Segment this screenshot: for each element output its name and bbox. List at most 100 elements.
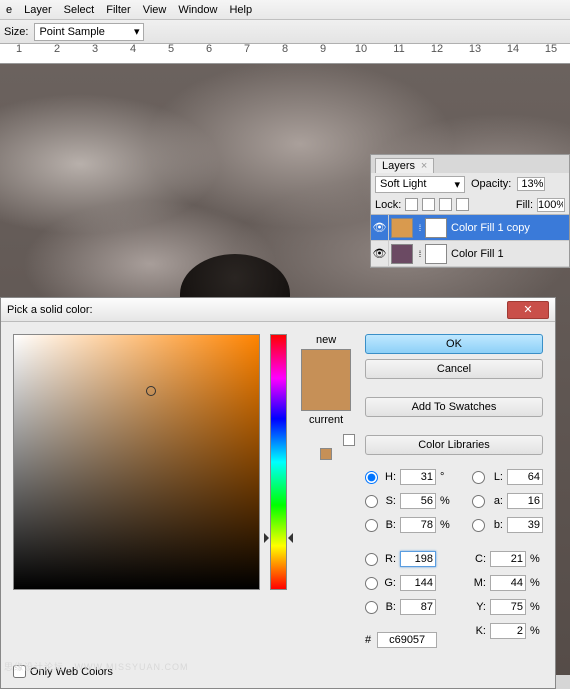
watermark-text: 思缘设计论坛 . WWW.MISSYUAN.COM	[4, 660, 189, 673]
ruler-tick: 5	[168, 44, 174, 55]
r-radio[interactable]	[365, 553, 378, 566]
hex-input[interactable]	[377, 632, 437, 648]
new-color-swatch	[302, 350, 350, 380]
websafe-swatch[interactable]	[320, 448, 332, 460]
close-button[interactable]: ✕	[507, 301, 549, 319]
ruler-tick: 6	[206, 44, 212, 55]
ruler-tick: 11	[393, 44, 404, 55]
ruler-tick: 9	[320, 44, 326, 55]
b-label: B:	[382, 519, 396, 531]
ruler-tick: 4	[130, 44, 136, 55]
cancel-button[interactable]: Cancel	[365, 359, 543, 379]
ruler-tick: 10	[355, 44, 367, 55]
g-label: G:	[382, 577, 396, 589]
c-label: C:	[472, 553, 486, 565]
m-input[interactable]	[490, 575, 526, 591]
opacity-input[interactable]	[517, 177, 545, 191]
layer-thumbnail[interactable]	[391, 218, 413, 238]
menu-select[interactable]: Select	[64, 4, 95, 16]
layer-row[interactable]: 👁 ⁞ Color Fill 1	[371, 241, 569, 267]
a-input[interactable]	[507, 493, 543, 509]
link-icon: ⁞	[415, 223, 425, 233]
cube-icon[interactable]	[343, 434, 355, 446]
ruler-tick: 7	[244, 44, 250, 55]
fill-label: Fill:	[516, 199, 533, 211]
dialog-titlebar[interactable]: Pick a solid color: ✕	[1, 298, 555, 322]
layer-thumbnail[interactable]	[391, 244, 413, 264]
k-input[interactable]	[490, 623, 526, 639]
ruler-tick: 15	[545, 44, 557, 55]
menubar: e Layer Select Filter View Window Help	[0, 0, 570, 20]
ruler-tick: 1	[16, 44, 22, 55]
layer-name[interactable]: Color Fill 1	[451, 248, 504, 260]
lock-all-icon[interactable]	[456, 198, 469, 211]
sample-size-label: Size:	[4, 26, 28, 38]
tool-options-bar: Size: Point Sample ▾	[0, 20, 570, 44]
layer-mask-thumbnail[interactable]	[425, 218, 447, 238]
close-icon[interactable]: ×	[421, 160, 427, 172]
tab-layers[interactable]: Layers ×	[375, 158, 434, 173]
l-radio[interactable]	[472, 471, 485, 484]
opacity-label: Opacity:	[471, 178, 511, 190]
hue-input[interactable]	[400, 469, 436, 485]
b3-input[interactable]	[507, 517, 543, 533]
hue-radio[interactable]	[365, 471, 378, 484]
y-input[interactable]	[490, 599, 526, 615]
lock-transparency-icon[interactable]	[405, 198, 418, 211]
ok-label: OK	[446, 338, 462, 350]
bri-radio[interactable]	[365, 519, 378, 532]
layer-name[interactable]: Color Fill 1 copy	[451, 222, 530, 234]
ruler-tick: 12	[431, 44, 443, 55]
g-radio[interactable]	[365, 577, 378, 590]
menu-window[interactable]: Window	[178, 4, 217, 16]
color-field[interactable]	[13, 334, 260, 590]
menu-edit[interactable]: e	[6, 4, 12, 16]
sat-input[interactable]	[400, 493, 436, 509]
b2-radio[interactable]	[365, 601, 378, 614]
ruler-tick: 13	[469, 44, 481, 55]
b3-radio[interactable]	[472, 519, 485, 532]
pct: %	[530, 601, 542, 613]
menu-filter[interactable]: Filter	[106, 4, 130, 16]
chevron-down-icon: ▾	[454, 178, 460, 191]
cancel-label: Cancel	[437, 363, 471, 375]
c-input[interactable]	[490, 551, 526, 567]
a-radio[interactable]	[472, 495, 485, 508]
current-color-swatch[interactable]	[302, 380, 350, 410]
canvas-area[interactable]: Layers × Soft Light ▾ Opacity: Lock: Fil…	[0, 64, 570, 675]
hue-slider[interactable]	[270, 334, 287, 590]
ruler-tick: 14	[507, 44, 519, 55]
visibility-toggle[interactable]: 👁	[371, 241, 389, 266]
current-color-label: current	[309, 414, 343, 426]
lock-pixels-icon[interactable]	[422, 198, 435, 211]
pct: %	[530, 625, 542, 637]
dialog-title: Pick a solid color:	[7, 304, 93, 316]
l-input[interactable]	[507, 469, 543, 485]
new-color-label: new	[316, 334, 336, 346]
k-label: K:	[472, 625, 486, 637]
sat-radio[interactable]	[365, 495, 378, 508]
lock-position-icon[interactable]	[439, 198, 452, 211]
visibility-toggle[interactable]: 👁	[371, 215, 389, 240]
color-field-marker[interactable]	[146, 386, 156, 396]
bb-label: B:	[382, 601, 396, 613]
sample-size-dropdown[interactable]: Point Sample ▾	[34, 23, 144, 41]
add-to-swatches-button[interactable]: Add To Swatches	[365, 397, 543, 417]
ok-button[interactable]: OK	[365, 334, 543, 354]
g-input[interactable]	[400, 575, 436, 591]
layer-row[interactable]: 👁 ⁞ Color Fill 1 copy	[371, 215, 569, 241]
blend-mode-value: Soft Light	[380, 178, 426, 190]
eye-icon: 👁	[373, 221, 387, 234]
menu-help[interactable]: Help	[229, 4, 252, 16]
menu-layer[interactable]: Layer	[24, 4, 52, 16]
r-input[interactable]	[400, 551, 436, 567]
tab-label: Layers	[382, 160, 415, 172]
blend-mode-dropdown[interactable]: Soft Light ▾	[375, 176, 465, 193]
b2-input[interactable]	[400, 599, 436, 615]
layer-mask-thumbnail[interactable]	[425, 244, 447, 264]
fill-input[interactable]	[537, 198, 565, 212]
bri-input[interactable]	[400, 517, 436, 533]
menu-view[interactable]: View	[143, 4, 167, 16]
s-unit: %	[440, 495, 452, 507]
color-libraries-button[interactable]: Color Libraries	[365, 435, 543, 455]
